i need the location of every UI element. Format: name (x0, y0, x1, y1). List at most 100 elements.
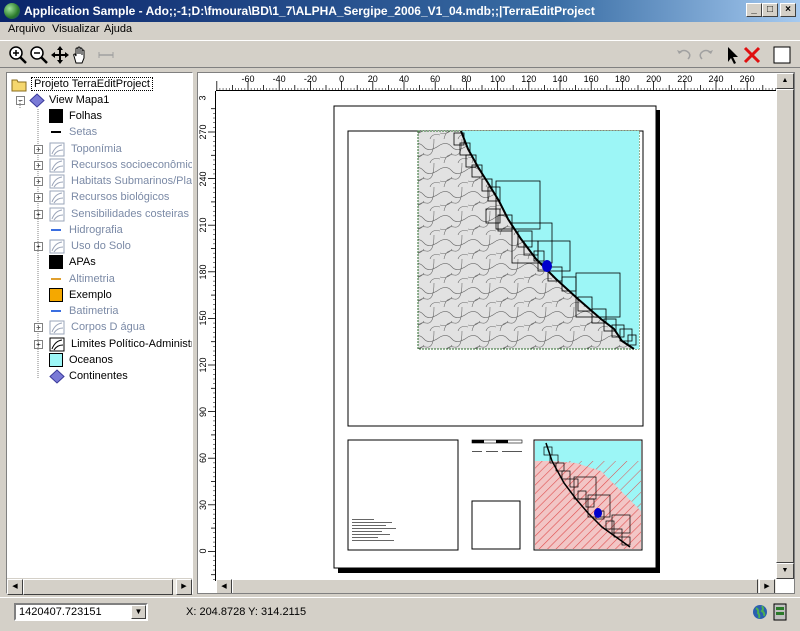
swatch-icon (49, 255, 63, 269)
h-ruler-tick-label: 40 (398, 74, 410, 84)
line-icon (49, 125, 65, 140)
main-map (417, 130, 640, 350)
frame-square-icon[interactable] (772, 45, 792, 65)
collapse-icon[interactable]: − (16, 96, 25, 105)
minimize-button[interactable]: _ (746, 3, 762, 17)
h-ruler-tick-label: 0 (339, 74, 345, 84)
layer-label: Uso do Solo (71, 240, 131, 252)
horizontal-ruler: -60 -40 -20 0 20 40 60 80 100 120 140 160 180 200 220 2… (216, 73, 776, 91)
vscroll-thumb[interactable] (776, 89, 794, 563)
canvas-horizontal-scrollbar[interactable]: ◀ ▶ (216, 579, 776, 593)
tree-horizontal-scrollbar[interactable]: ◀ ▶ (7, 578, 192, 595)
v-ruler-tick-label: 180 (198, 264, 208, 280)
maximize-button[interactable]: □ (762, 3, 778, 17)
line-icon (49, 304, 65, 319)
toolbar (0, 40, 800, 68)
layer-label: Exemplo (69, 289, 112, 301)
canvas-vertical-scrollbar[interactable]: ▲ ▼ (776, 73, 794, 579)
h-ruler-tick-label: 200 (646, 74, 662, 84)
layer-label: Sensibilidades costeiras (71, 208, 190, 220)
v-ruler-tick-label: 120 (198, 357, 208, 373)
h-ruler-tick-label: 80 (461, 74, 472, 84)
zoom-out-icon[interactable] (29, 45, 49, 65)
expand-icon[interactable]: + (34, 340, 43, 349)
scroll-down-icon[interactable]: ▼ (776, 563, 794, 579)
legend-layer-icon (49, 190, 65, 205)
v-ruler-tick-label: 150 (198, 310, 208, 326)
hscroll-right-icon[interactable]: ▶ (759, 579, 775, 593)
measure-disabled-icon (96, 45, 116, 65)
project-label: Projeto TerraEditProject (31, 77, 153, 91)
view-diamond-icon (29, 93, 45, 108)
layer-label: Toponímia (71, 143, 122, 155)
legend-layer-icon (49, 174, 65, 189)
scroll-right-icon[interactable]: ▶ (176, 579, 192, 595)
delete-x-icon[interactable] (742, 45, 762, 65)
h-ruler-tick-label: 60 (430, 74, 441, 84)
legend-layer-icon (49, 239, 65, 254)
expand-icon[interactable]: + (34, 193, 43, 202)
map-canvas[interactable]: -60 -40 -20 0 20 40 60 80 100 120 140 160 180 200 220 2… (197, 72, 795, 594)
chevron-down-icon[interactable]: ▼ (131, 605, 146, 619)
redo-icon (696, 45, 716, 65)
layer-label: Habitats Submarinos/Plantas (71, 175, 193, 187)
swatch-icon (49, 353, 63, 367)
hand-pan-icon[interactable] (70, 45, 90, 65)
legend-layer-icon (49, 320, 65, 335)
north-arrow-frame (471, 500, 521, 550)
v-ruler-tick-label: 240 (198, 171, 208, 187)
expand-icon[interactable]: + (34, 242, 43, 251)
expand-icon[interactable]: + (34, 210, 43, 219)
layer-label: Oceanos (69, 354, 114, 366)
menu-arquivo[interactable]: Arquivo (8, 23, 45, 35)
scroll-thumb[interactable] (23, 579, 173, 595)
layer-label: Batimetria (69, 305, 119, 317)
h-ruler-tick-label: 20 (367, 74, 378, 84)
v-ruler-tick-label: 0 (198, 548, 208, 554)
h-ruler-tick-label: 160 (583, 74, 599, 84)
legend-frame (347, 439, 459, 551)
v-ruler-tick-label: 60 (198, 453, 208, 464)
apa-blob (542, 260, 552, 272)
expand-icon[interactable]: + (34, 177, 43, 186)
h-ruler-tick-label: -20 (303, 74, 317, 84)
legend-layer-icon (49, 207, 65, 222)
v-ruler-tick-label: 210 (198, 217, 208, 233)
v-ruler-tick-label: 270 (198, 124, 208, 140)
layer-label: Folhas (69, 110, 103, 122)
ruler-corner (198, 73, 216, 91)
cursor-coordinates: X: 204.8728 Y: 314.2115 (186, 606, 307, 618)
menu-visualizar[interactable]: Visualizar (52, 23, 100, 35)
layer-label: Corpos D água (71, 321, 145, 333)
scroll-left-icon[interactable]: ◀ (7, 579, 23, 595)
vertical-ruler: 3 270 240 210 180 150 120 90 60 30 0 (198, 91, 216, 581)
h-ruler-tick-label: 120 (521, 74, 537, 84)
hscroll-left-icon[interactable]: ◀ (216, 579, 232, 593)
v-ruler-top-label: 3 (197, 95, 208, 101)
close-button[interactable]: × (780, 3, 796, 17)
menu-ajuda[interactable]: Ajuda (104, 23, 132, 35)
legend-layer-icon (49, 337, 65, 352)
h-ruler-tick-label: -60 (241, 74, 255, 84)
layer-label: APAs (69, 256, 96, 268)
expand-icon[interactable]: + (34, 161, 43, 170)
title-bar: Application Sample - Ado;;-1;D:\fmoura\B… (0, 0, 800, 22)
undo-icon (674, 45, 694, 65)
legend-layer-icon (49, 142, 65, 157)
scale-combobox[interactable]: 1420407.723151 ▼ (14, 603, 148, 621)
hscroll-thumb[interactable] (232, 579, 758, 593)
inset-map (535, 441, 641, 549)
swatch-icon (49, 288, 63, 302)
expand-icon[interactable]: + (34, 145, 43, 154)
line-icon (49, 223, 65, 238)
expand-icon[interactable]: + (34, 323, 43, 332)
zoom-in-icon[interactable] (8, 45, 28, 65)
layer-label: Altimetria (69, 273, 115, 285)
layer-label: Setas (69, 126, 98, 138)
select-pointer-icon[interactable] (722, 45, 742, 65)
pan-arrows-icon[interactable] (50, 45, 70, 65)
folder-icon (11, 79, 27, 92)
line-icon (49, 272, 65, 287)
scroll-up-icon[interactable]: ▲ (776, 73, 794, 89)
layout-page-area[interactable] (216, 91, 776, 579)
